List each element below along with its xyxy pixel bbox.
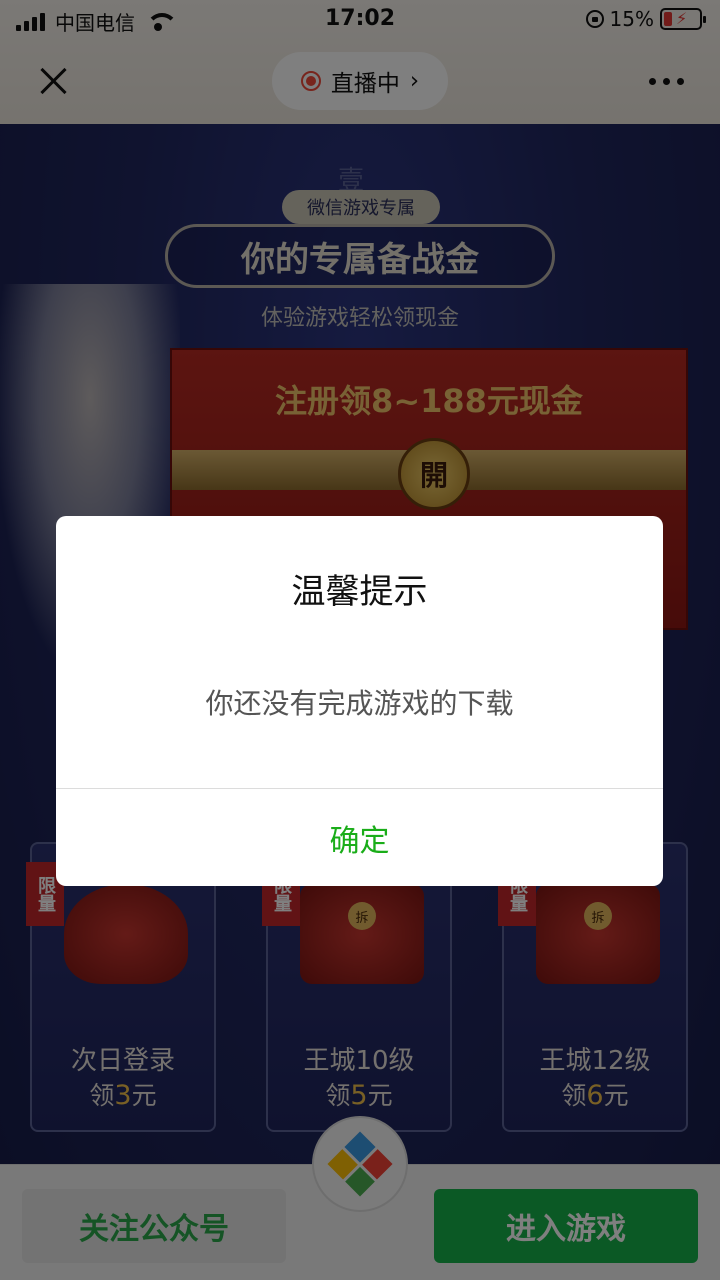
confirm-button[interactable]: 确定 — [56, 789, 663, 886]
dialog-message: 你还没有完成游戏的下载 — [205, 687, 514, 720]
alert-dialog: 温馨提示 你还没有完成游戏的下载 确定 — [56, 516, 663, 886]
dialog-title: 温馨提示 — [291, 572, 428, 612]
